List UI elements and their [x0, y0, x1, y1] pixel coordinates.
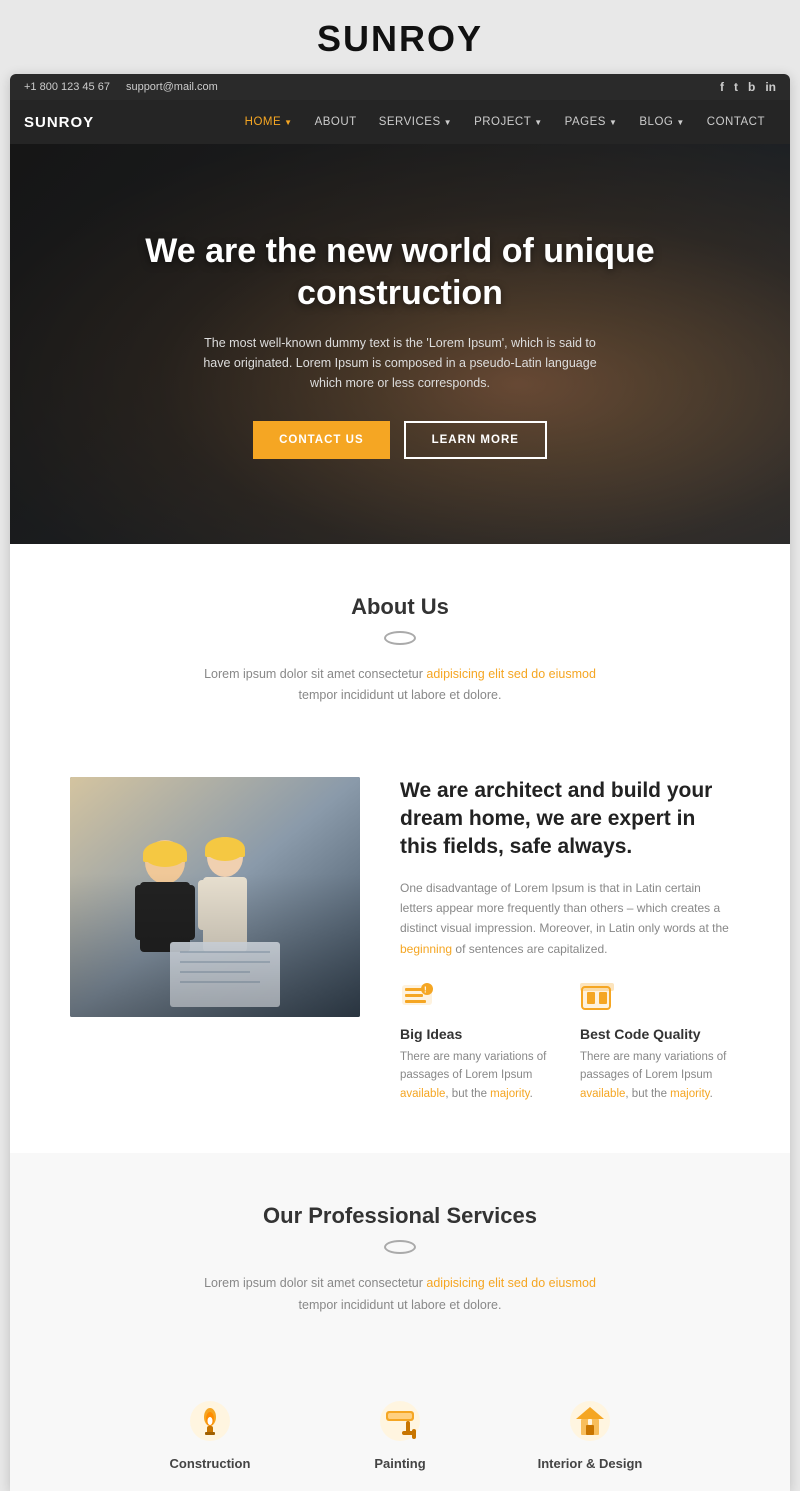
about-section-title: About Us	[90, 594, 710, 620]
page-wrapper: SUNROY +1 800 123 45 67 support@mail.com…	[0, 0, 800, 1491]
feature-code-quality: Best Code Quality There are many variati…	[580, 983, 730, 1103]
twitter-link[interactable]: t	[734, 80, 738, 94]
feature-code-quality-desc: There are many variations of passages of…	[580, 1048, 730, 1103]
about-desc-link[interactable]: adipisicing elit sed do eiusmod	[426, 667, 596, 681]
about-image	[70, 777, 360, 1017]
about-paragraph: One disadvantage of Lorem Ipsum is that …	[400, 878, 730, 960]
main-content: About Us Lorem ipsum dolor sit amet cons…	[10, 544, 790, 1491]
feature-link-4[interactable]: majority	[670, 1088, 709, 1100]
service-interior: Interior & Design	[520, 1396, 660, 1471]
nav-about[interactable]: ABOUT	[304, 100, 368, 144]
contact-us-button[interactable]: CONTACT US	[253, 421, 390, 459]
services-cards: Construction	[10, 1356, 790, 1491]
painting-label: Painting	[330, 1456, 470, 1471]
top-bar-left: +1 800 123 45 67 support@mail.com	[24, 81, 218, 93]
linkedin-link[interactable]: in	[765, 80, 776, 94]
hero-subtitle: The most well-known dummy text is the 'L…	[190, 333, 610, 393]
about-details: We are architect and build your dream ho…	[10, 747, 790, 1154]
svg-text:!: !	[424, 986, 427, 995]
interior-icon	[520, 1396, 660, 1446]
big-ideas-icon: !	[400, 983, 550, 1020]
services-section-title: Our Professional Services	[90, 1203, 710, 1229]
nav-home[interactable]: HOME ▼	[234, 100, 304, 144]
hero-buttons: CONTACT US LEARN MORE	[140, 421, 660, 459]
services-title-normal: Our Professional	[263, 1203, 440, 1228]
feature-link-3[interactable]: available	[580, 1088, 625, 1100]
blog-link[interactable]: b	[748, 80, 755, 94]
phone-number: +1 800 123 45 67	[24, 81, 110, 93]
services-divider	[90, 1239, 710, 1255]
construction-label: Construction	[140, 1456, 280, 1471]
feature-code-quality-title: Best Code Quality	[580, 1026, 730, 1042]
nav-project[interactable]: PROJECT ▼	[463, 100, 554, 144]
browser-chrome: +1 800 123 45 67 support@mail.com f t b …	[10, 74, 790, 1491]
about-title-normal: About	[351, 594, 415, 619]
features-grid: ! Big Ideas There are many variations of…	[400, 983, 730, 1103]
site-title: SUNROY	[0, 18, 800, 60]
hero-title: We are the new world of unique construct…	[140, 230, 660, 315]
social-links: f t b in	[720, 80, 776, 94]
service-construction: Construction	[140, 1396, 280, 1471]
facebook-link[interactable]: f	[720, 80, 724, 94]
painting-icon	[330, 1396, 470, 1446]
section-divider	[90, 630, 710, 646]
services-title-bold: Services	[446, 1203, 537, 1228]
nav-pages[interactable]: PAGES ▼	[554, 100, 629, 144]
feature-big-ideas-title: Big Ideas	[400, 1026, 550, 1042]
site-title-bar: SUNROY	[0, 0, 800, 74]
about-section-desc: Lorem ipsum dolor sit amet consectetur a…	[190, 664, 610, 707]
code-quality-icon	[580, 983, 730, 1020]
service-painting: Painting	[330, 1396, 470, 1471]
interior-label: Interior & Design	[520, 1456, 660, 1471]
about-section-header: About Us Lorem ipsum dolor sit amet cons…	[10, 544, 790, 747]
learn-more-button[interactable]: LEARN MORE	[404, 421, 547, 459]
nav-links: HOME ▼ ABOUT SERVICES ▼ PROJECT ▼ PAGES …	[234, 100, 776, 144]
construction-icon	[140, 1396, 280, 1446]
feature-big-ideas-desc: There are many variations of passages of…	[400, 1048, 550, 1103]
email-address: support@mail.com	[126, 81, 218, 93]
nav-services[interactable]: SERVICES ▼	[368, 100, 463, 144]
nav-contact[interactable]: CONTACT	[696, 100, 776, 144]
feature-big-ideas: ! Big Ideas There are many variations of…	[400, 983, 550, 1103]
about-heading: We are architect and build your dream ho…	[400, 777, 730, 862]
services-desc-link[interactable]: adipisicing elit sed do eiusmod	[426, 1276, 596, 1290]
navbar-brand: SUNROY	[24, 114, 94, 131]
about-text: We are architect and build your dream ho…	[400, 777, 730, 1104]
top-bar: +1 800 123 45 67 support@mail.com f t b …	[10, 74, 790, 100]
hero-content: We are the new world of unique construct…	[120, 230, 680, 459]
services-section-header: Our Professional Services Lorem ipsum do…	[10, 1153, 790, 1356]
services-divider-icon	[384, 1239, 416, 1255]
about-para-link[interactable]: beginning	[400, 942, 452, 956]
divider-icon	[384, 630, 416, 646]
services-section-desc: Lorem ipsum dolor sit amet consectetur a…	[190, 1273, 610, 1316]
feature-link-2[interactable]: majority	[490, 1088, 529, 1100]
nav-blog[interactable]: BLOG ▼	[628, 100, 695, 144]
hero-section: We are the new world of unique construct…	[10, 144, 790, 544]
feature-link-1[interactable]: available	[400, 1088, 445, 1100]
about-title-bold-word: Us	[421, 594, 449, 619]
navbar: SUNROY HOME ▼ ABOUT SERVICES ▼ PROJECT ▼…	[10, 100, 790, 144]
